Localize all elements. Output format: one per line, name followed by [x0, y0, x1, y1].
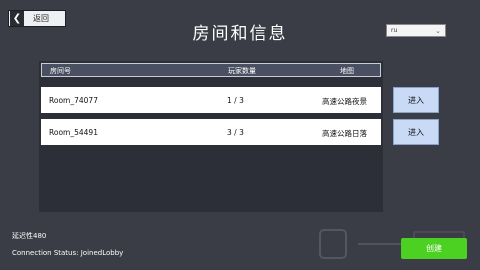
- chevron-down-icon: ⌄: [435, 26, 441, 35]
- room-table: 房间号 玩家数量 地图 Room_74077 1 / 3 高速公路夜景 Room…: [39, 61, 383, 212]
- column-header-map: 地图: [340, 67, 354, 75]
- player-count: 1 / 3: [227, 96, 244, 105]
- table-row[interactable]: Room_74077 1 / 3 高速公路夜景: [41, 87, 381, 113]
- language-select[interactable]: ru ⌄: [386, 24, 446, 37]
- language-select-value: ru: [391, 27, 398, 34]
- table-header: 房间号 玩家数量 地图: [41, 63, 381, 77]
- join-button[interactable]: 进入: [393, 87, 439, 113]
- room-name: Room_74077: [49, 96, 98, 105]
- column-header-players: 玩家数量: [228, 67, 256, 75]
- room-name: Room_54491: [49, 128, 98, 137]
- join-button[interactable]: 进入: [393, 119, 439, 145]
- latency-text: 延迟性480: [12, 232, 47, 240]
- column-header-room: 房间号: [50, 67, 71, 75]
- map-name: 高速公路日落: [322, 129, 367, 138]
- connection-status: Connection Status: JoinedLobby: [12, 249, 124, 257]
- create-button[interactable]: 创建: [401, 238, 467, 259]
- table-row[interactable]: Room_54491 3 / 3 高速公路日落: [41, 119, 381, 145]
- map-name: 高速公路夜景: [322, 97, 367, 106]
- player-count: 3 / 3: [227, 128, 244, 137]
